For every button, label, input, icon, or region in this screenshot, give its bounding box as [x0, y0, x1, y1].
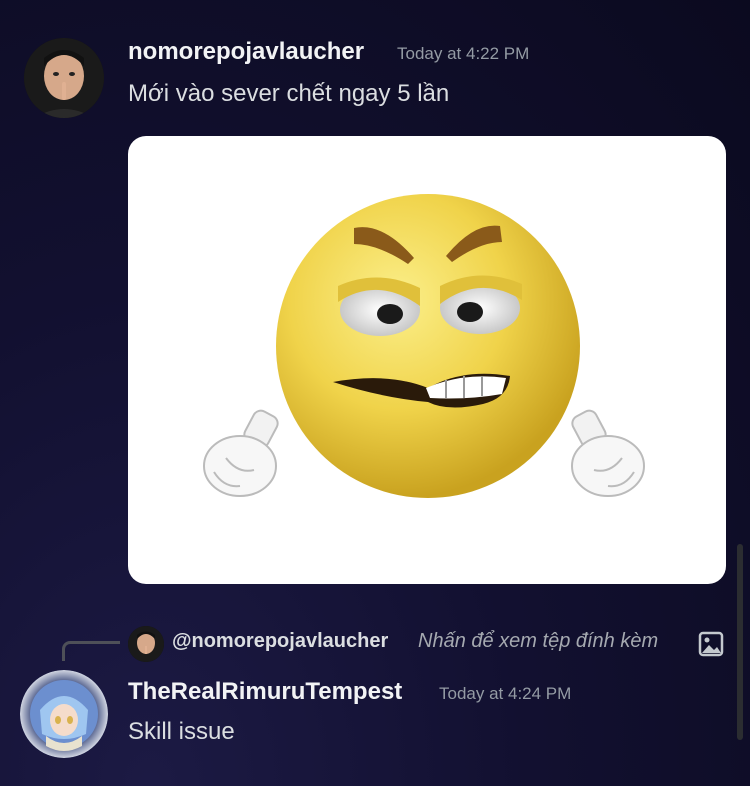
person-avatar-icon — [24, 38, 104, 118]
right-glove-icon — [571, 409, 645, 497]
user-avatar-therealrimurutempest[interactable] — [20, 670, 108, 758]
reply-avatar[interactable] — [128, 626, 164, 662]
message-content: Skill issue — [128, 718, 235, 745]
anime-avatar-icon — [20, 670, 108, 758]
image-icon[interactable] — [698, 631, 724, 657]
person-avatar-icon — [128, 626, 164, 662]
user-avatar-nomorepojavlaucher[interactable] — [24, 38, 104, 118]
message-content: Mới vào sever chết ngay 5 lần — [128, 80, 450, 107]
angry-emoji-image — [203, 194, 645, 498]
left-glove-icon — [203, 409, 279, 497]
image-attachment[interactable] — [128, 136, 726, 584]
reply-preview[interactable]: Nhấn để xem tệp đính kèm — [418, 630, 658, 653]
reply-mention[interactable]: @nomorepojavlaucher — [172, 630, 388, 653]
message-timestamp: Today at 4:24 PM — [439, 684, 572, 703]
message-author[interactable]: nomorepojavlaucher — [128, 38, 364, 66]
message-timestamp: Today at 4:22 PM — [397, 44, 530, 63]
reply-connector — [62, 641, 120, 661]
message-author[interactable]: TheRealRimuruTempest — [128, 678, 402, 706]
scrollbar[interactable] — [737, 544, 743, 740]
